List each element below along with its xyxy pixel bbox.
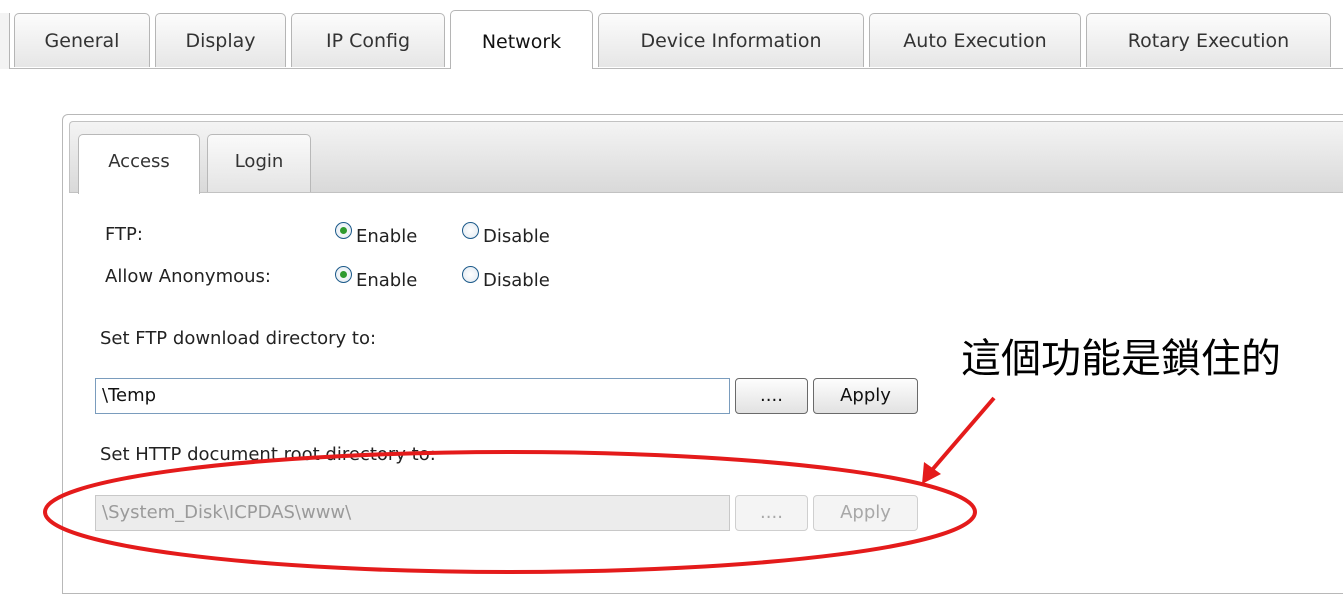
annotation-overlay bbox=[43, 396, 996, 574]
highlight-ellipse bbox=[43, 450, 977, 574]
locked-annotation-text: 這個功能是鎖住的 bbox=[961, 336, 1281, 382]
tab-access[interactable]: Access bbox=[78, 134, 200, 194]
annotation-arrow-line bbox=[930, 396, 996, 472]
tab-network[interactable]: Network bbox=[450, 10, 593, 69]
